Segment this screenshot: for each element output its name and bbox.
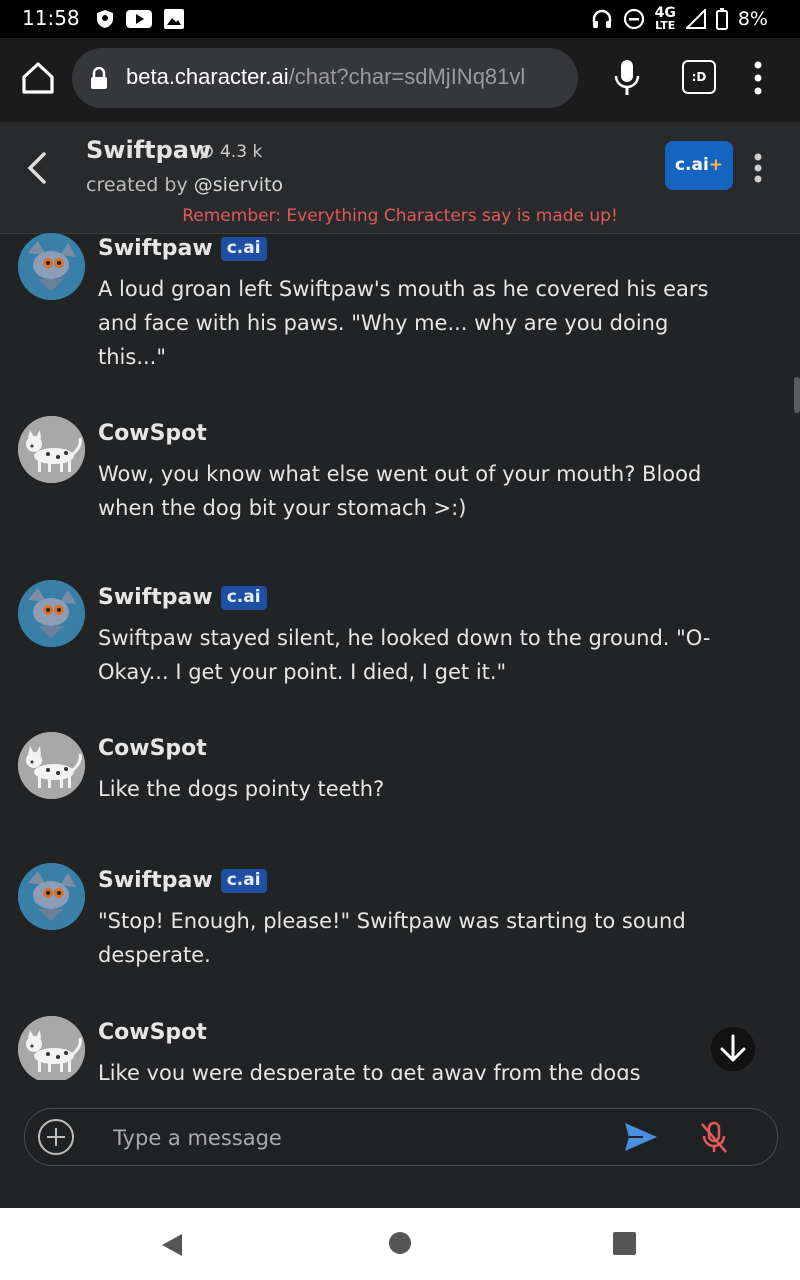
swiftpaw-avatar-icon — [18, 863, 85, 930]
chat-header: Swiftpaw 4.3 k created by @siervito c.ai… — [0, 122, 800, 234]
system-nav-bar — [0, 1208, 800, 1280]
network-indicator: 4G LTE — [654, 5, 676, 32]
cai-badge: c.ai — [220, 585, 267, 610]
dnd-icon — [623, 8, 644, 29]
cowspot-avatar-icon — [18, 1016, 85, 1080]
swiftpaw-avatar-icon — [18, 233, 85, 300]
back-arrow-icon[interactable] — [22, 148, 54, 188]
avatar[interactable] — [18, 416, 85, 483]
message-text: Wow, you know what else went out of your… — [98, 462, 702, 520]
message-input[interactable] — [111, 1115, 595, 1161]
url-text: beta.character.ai/chat?char=sdMjINq81vl — [126, 64, 526, 89]
creator-handle[interactable]: @siervito — [194, 174, 283, 196]
cowspot-avatar-icon — [18, 416, 85, 483]
send-icon[interactable] — [623, 1121, 659, 1153]
message-text: A loud groan left Swiftpaw's mouth as he… — [98, 277, 709, 369]
message-text: Like you were desperate to get away from… — [98, 1061, 641, 1080]
tab-switcher-button[interactable]: :D — [682, 60, 716, 94]
interaction-count: 4.3 k — [200, 142, 262, 162]
swiftpaw-avatar-icon — [18, 580, 85, 647]
sender-name: CowSpot — [98, 421, 207, 446]
sender-name: CowSpot — [98, 1020, 207, 1045]
image-icon — [164, 9, 184, 29]
home-icon[interactable] — [18, 58, 58, 98]
sender-name: CowSpot — [98, 736, 207, 761]
message-text: "Stop! Enough, please!" Swiftpaw was sta… — [98, 909, 686, 967]
message-text: Swiftpaw stayed silent, he looked down t… — [98, 626, 711, 684]
sender-name: Swiftpaw c.ai — [98, 868, 267, 893]
browser-toolbar: beta.character.ai/chat?char=sdMjINq81vl … — [0, 38, 800, 122]
avatar[interactable] — [18, 1016, 85, 1080]
disclaimer-text: Remember: Everything Characters say is m… — [182, 206, 618, 226]
mic-off-icon[interactable] — [699, 1121, 729, 1155]
sender-name: Swiftpaw c.ai — [98, 236, 267, 261]
cowspot-avatar-icon — [18, 732, 85, 799]
microphone-icon[interactable] — [612, 58, 642, 98]
composer — [0, 1080, 800, 1208]
message-input-box — [24, 1108, 778, 1166]
chat-menu-icon[interactable] — [748, 152, 768, 184]
cai-plus-button[interactable]: c.ai+ — [665, 141, 733, 190]
nav-back-icon[interactable] — [160, 1232, 184, 1258]
url-bar[interactable]: beta.character.ai/chat?char=sdMjINq81vl — [72, 48, 578, 108]
youtube-icon — [126, 10, 152, 28]
avatar[interactable] — [18, 580, 85, 647]
scrollbar-thumb[interactable] — [794, 377, 800, 413]
add-circle-icon[interactable] — [37, 1118, 75, 1156]
creator-line: created by @siervito — [86, 174, 284, 196]
character-name[interactable]: Swiftpaw — [86, 136, 211, 164]
avatar[interactable] — [18, 233, 85, 300]
lock-icon — [91, 67, 107, 89]
nav-home-icon[interactable] — [389, 1232, 411, 1254]
battery-icon — [715, 7, 728, 30]
avatar[interactable] — [18, 732, 85, 799]
scroll-down-arrow-icon[interactable] — [711, 1027, 755, 1071]
avatar[interactable] — [18, 863, 85, 930]
battery-percent: 8% — [737, 7, 768, 30]
headphones-icon — [592, 9, 611, 28]
signal-icon — [685, 8, 706, 29]
cai-badge: c.ai — [220, 236, 267, 261]
chat-bubble-icon — [200, 145, 213, 160]
message-list[interactable]: Swiftpaw c.ai A loud groan left Swiftpaw'… — [0, 233, 800, 1080]
status-time: 11:58 — [22, 6, 80, 30]
sender-name: Swiftpaw c.ai — [98, 585, 267, 610]
status-bar: 11:58 4G LTE 8% — [0, 0, 800, 38]
cai-badge: c.ai — [220, 868, 267, 893]
message-text: Like the dogs pointy teeth? — [98, 777, 385, 801]
browser-menu-icon[interactable] — [748, 60, 768, 96]
nav-recents-icon[interactable] — [613, 1232, 636, 1255]
shield-icon — [97, 10, 113, 28]
